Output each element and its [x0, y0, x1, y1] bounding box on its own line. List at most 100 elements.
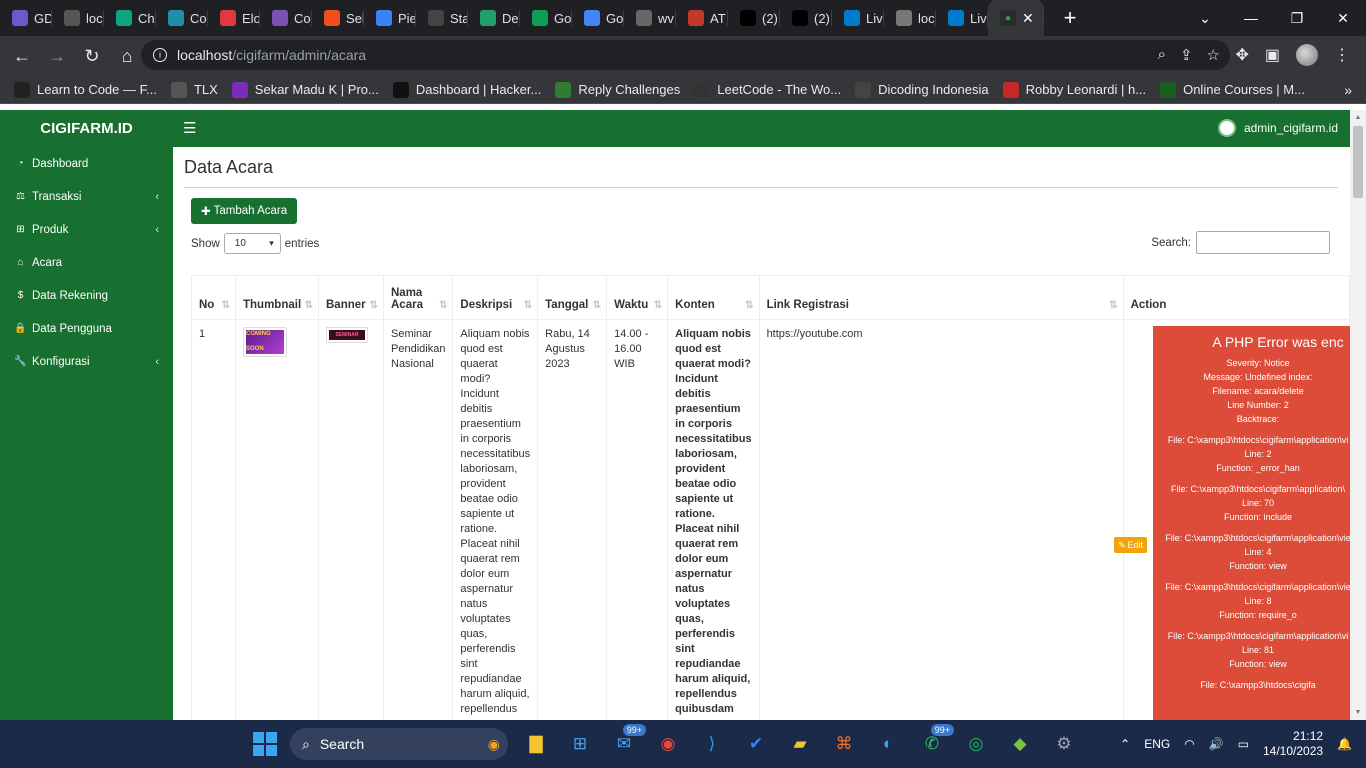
- column-header-action[interactable]: Action: [1122, 275, 1351, 320]
- language-indicator[interactable]: ENG: [1144, 737, 1170, 751]
- browser-tab[interactable]: Ch: [104, 0, 156, 36]
- column-header-waktu[interactable]: Waktu ⇅: [606, 275, 669, 320]
- column-header-banner[interactable]: Banner ⇅: [318, 275, 384, 320]
- browser-tab[interactable]: Co: [260, 0, 312, 36]
- edge-icon[interactable]: ◐: [872, 728, 904, 760]
- zoom-icon[interactable]: ⌕: [1158, 46, 1166, 64]
- browser-tab[interactable]: (2): [780, 0, 832, 36]
- sidebar-item-data-pengguna[interactable]: 🔒 Data Pengguna: [0, 312, 173, 345]
- column-header-deskripsi[interactable]: Deskripsi ⇅: [452, 275, 539, 320]
- search-input[interactable]: [1196, 231, 1330, 254]
- settings-icon[interactable]: ⚙: [1048, 728, 1080, 760]
- sort-icon[interactable]: ⇅: [524, 300, 532, 311]
- scrollbar-thumb[interactable]: [1353, 126, 1363, 198]
- column-header-no[interactable]: No ⇅: [191, 275, 236, 320]
- scroll-up-icon[interactable]: ▲: [1350, 114, 1366, 121]
- tab-search-icon[interactable]: ⌄: [1182, 10, 1228, 27]
- sidebar-item-dashboard[interactable]: ◔ Dashboard: [0, 147, 173, 180]
- share-icon[interactable]: ⇪: [1180, 46, 1193, 64]
- thumbnail-image[interactable]: COMING SOON: [243, 327, 287, 357]
- spotify-icon[interactable]: ◎: [960, 728, 992, 760]
- xampp-icon[interactable]: ⌘: [828, 728, 860, 760]
- bookmark-star-icon[interactable]: ☆: [1207, 46, 1220, 64]
- bookmarks-overflow-icon[interactable]: »: [1344, 82, 1352, 98]
- bookmark-item[interactable]: LeetCode - The Wo...: [694, 81, 841, 98]
- column-header-konten[interactable]: Konten ⇅: [667, 275, 760, 320]
- wifi-icon[interactable]: ◠: [1184, 737, 1194, 751]
- close-window-button[interactable]: ✕: [1320, 10, 1366, 27]
- browser-tab[interactable]: GD: [0, 0, 52, 36]
- url-bar[interactable]: i localhost/cigifarm/admin/acara ⌕ ⇪ ☆: [141, 40, 1230, 70]
- edit-button[interactable]: ✎ Edit: [1114, 537, 1148, 553]
- browser-tab[interactable]: Co: [156, 0, 208, 36]
- brand-logo[interactable]: CIGIFARM.ID: [0, 110, 173, 147]
- file-explorer-icon[interactable]: ▇: [520, 728, 552, 760]
- side-panel-icon[interactable]: ▣: [1265, 45, 1280, 65]
- todo-icon[interactable]: ✔: [740, 728, 772, 760]
- column-header-thumbnail[interactable]: Thumbnail ⇅: [235, 275, 319, 320]
- bookmark-item[interactable]: Reply Challenges: [555, 81, 680, 98]
- extensions-icon[interactable]: ✥: [1235, 45, 1248, 65]
- entries-select[interactable]: 10 ▾: [223, 233, 281, 254]
- add-event-button[interactable]: ✚ Tambah Acara: [191, 198, 298, 224]
- network-app-icon[interactable]: ◆: [1004, 728, 1036, 760]
- browser-tab[interactable]: (2): [728, 0, 780, 36]
- bookmark-item[interactable]: Sekar Madu K | Pro...: [231, 81, 379, 98]
- scroll-down-icon[interactable]: ▼: [1350, 709, 1366, 716]
- sidebar-toggle-icon[interactable]: ☰: [183, 119, 196, 137]
- browser-tab[interactable]: Sta: [416, 0, 468, 36]
- restore-button[interactable]: ❐: [1274, 10, 1320, 27]
- tab-close-icon[interactable]: ✕: [1022, 10, 1034, 27]
- mail-icon[interactable]: ✉ 99+: [608, 724, 646, 760]
- browser-tab[interactable]: AT: [676, 0, 728, 36]
- bookmark-item[interactable]: Robby Leonardi | h...: [1002, 81, 1146, 98]
- battery-icon[interactable]: ▭: [1238, 737, 1249, 751]
- sort-icon[interactable]: ⇅: [745, 300, 753, 311]
- menu-icon[interactable]: ⋮: [1334, 45, 1350, 65]
- chrome-icon[interactable]: ◉: [652, 728, 684, 760]
- browser-tab[interactable]: Liv: [832, 0, 884, 36]
- site-info-icon[interactable]: i: [153, 48, 167, 62]
- browser-tab[interactable]: loc: [52, 0, 104, 36]
- store-icon[interactable]: ⊞: [564, 728, 596, 760]
- sort-icon[interactable]: ⇅: [439, 300, 447, 311]
- bookmark-item[interactable]: Dashboard | Hacker...: [392, 81, 541, 98]
- bookmark-item[interactable]: Online Courses | M...: [1160, 81, 1305, 98]
- new-tab-button[interactable]: +: [1052, 5, 1088, 31]
- browser-tab[interactable]: Liv: [936, 0, 988, 36]
- taskbar-search[interactable]: ⌕ Search ◉: [290, 728, 508, 760]
- bookmark-item[interactable]: Learn to Code — F...: [14, 81, 157, 98]
- column-header-link-registrasi[interactable]: Link Registrasi ⇅: [758, 275, 1124, 320]
- volume-icon[interactable]: 🔊: [1209, 737, 1224, 751]
- user-menu[interactable]: admin_cigifarm.id: [1217, 119, 1338, 137]
- active-tab[interactable]: ● ✕: [988, 0, 1044, 36]
- page-scrollbar[interactable]: ▲ ▼: [1350, 110, 1366, 720]
- sort-icon[interactable]: ⇅: [305, 300, 313, 311]
- sort-icon[interactable]: ⇅: [654, 300, 662, 311]
- sidebar-item-produk[interactable]: ⊞ Produk ‹: [0, 213, 173, 246]
- browser-tab[interactable]: Pie: [364, 0, 416, 36]
- sidebar-item-transaksi[interactable]: ⚖ Transaksi ‹: [0, 180, 173, 213]
- home-button[interactable]: ⌂: [111, 40, 143, 72]
- sort-icon[interactable]: ⇅: [222, 300, 230, 311]
- browser-tab[interactable]: Go: [520, 0, 572, 36]
- start-button[interactable]: [253, 732, 277, 756]
- cell-link[interactable]: https://youtube.com: [758, 319, 1124, 720]
- forward-button[interactable]: →: [41, 40, 73, 72]
- bookmark-item[interactable]: Dicoding Indonesia: [855, 81, 989, 98]
- vscode-icon[interactable]: ⟩: [696, 728, 728, 760]
- sort-icon[interactable]: ⇅: [370, 300, 378, 311]
- sidebar-item-data-rekening[interactable]: $ Data Rekening: [0, 279, 173, 312]
- tray-overflow-icon[interactable]: ⌃: [1120, 737, 1130, 751]
- browser-tab[interactable]: De: [468, 0, 520, 36]
- reload-button[interactable]: ↻: [76, 40, 108, 72]
- sort-icon[interactable]: ⇅: [593, 300, 601, 311]
- browser-tab[interactable]: Go: [572, 0, 624, 36]
- sticky-notes-icon[interactable]: ▰: [784, 728, 816, 760]
- whatsapp-icon[interactable]: ✆ 99+: [916, 724, 954, 760]
- sort-icon[interactable]: ⇅: [1109, 300, 1117, 311]
- browser-tab[interactable]: wv: [624, 0, 676, 36]
- browser-tab[interactable]: loc: [884, 0, 936, 36]
- browser-tab[interactable]: Sel: [312, 0, 364, 36]
- bookmark-item[interactable]: TLX: [170, 81, 218, 98]
